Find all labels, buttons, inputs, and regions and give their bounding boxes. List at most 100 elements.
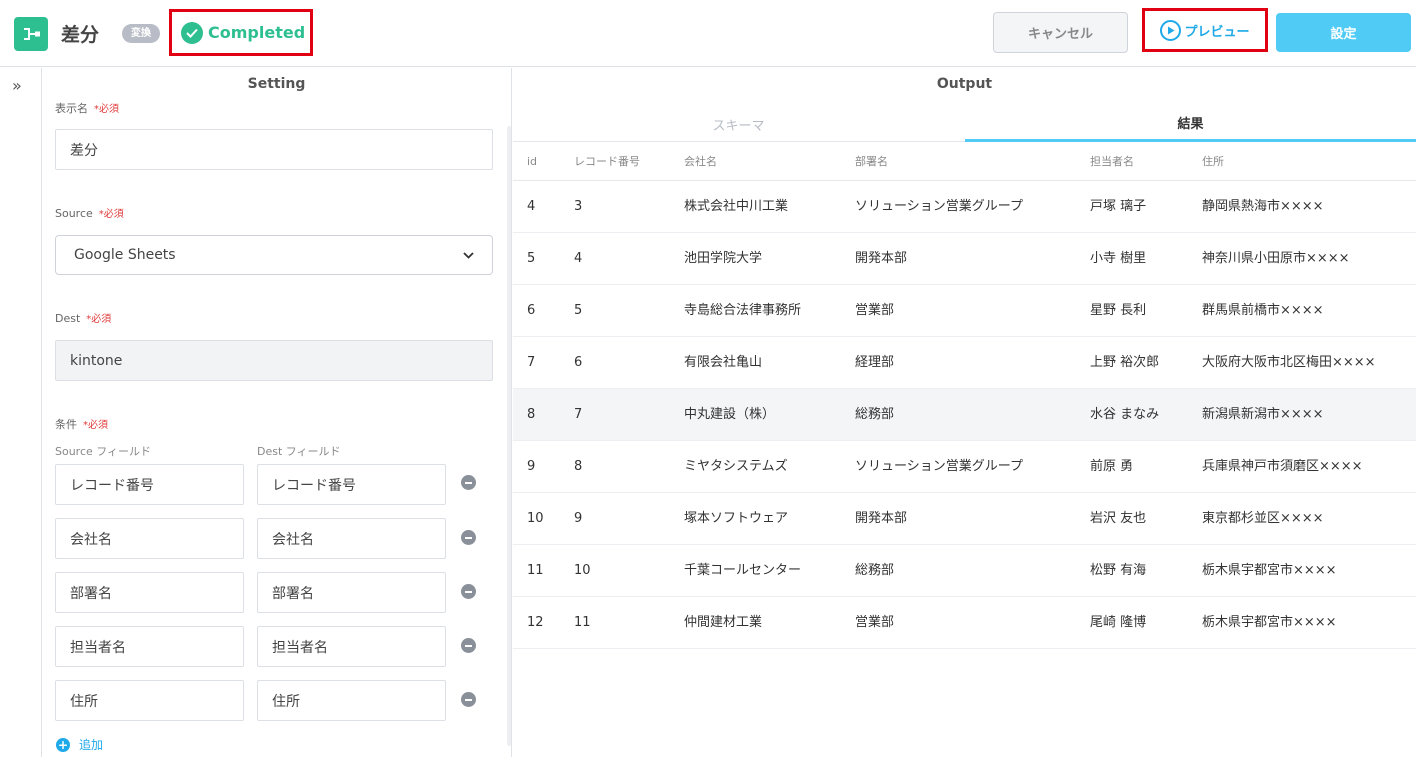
condition-source-field[interactable]: レコード番号 xyxy=(55,464,244,505)
status-indicator: Completed xyxy=(169,9,313,56)
output-tabs: スキーマ 結果 xyxy=(513,106,1416,142)
table-cell: 8 xyxy=(527,407,536,422)
table-cell: 静岡県熱海市×××× xyxy=(1202,199,1324,214)
dest-field-label: Dest フィールド xyxy=(257,445,341,458)
table-cell: ソリューション営業グループ xyxy=(855,199,1023,214)
table-cell: 有限会社亀山 xyxy=(684,355,763,370)
table-row[interactable]: 9 8 ミヤタシステムズ ソリューション営業グループ 前原 勇 兵庫県神戸市須磨区×××× xyxy=(513,441,1416,493)
chevron-down-icon xyxy=(463,247,474,263)
page-title: 差分 xyxy=(61,24,100,46)
condition-source-field[interactable]: 部署名 xyxy=(55,572,244,613)
save-button[interactable]: 設定 xyxy=(1276,13,1411,52)
condition-dest-field[interactable]: 担当者名 xyxy=(257,626,446,667)
table-cell: 岩沢 友也 xyxy=(1090,511,1147,526)
table-row[interactable]: 11 10 千葉コールセンター 総務部 松野 有海 栃木県宇都宮市×××× xyxy=(513,545,1416,597)
remove-condition-button[interactable] xyxy=(461,638,476,653)
remove-condition-button[interactable] xyxy=(461,692,476,707)
required-mark: *必須 xyxy=(86,314,112,325)
condition-dest-field[interactable]: 住所 xyxy=(257,680,446,721)
table-cell: 10 xyxy=(527,511,544,526)
source-field-label: Source フィールド xyxy=(55,445,152,458)
condition-source-field[interactable]: 会社名 xyxy=(55,518,244,559)
table-cell: 10 xyxy=(574,563,591,578)
check-circle-icon xyxy=(181,21,203,44)
expand-chevron-icon[interactable]: » xyxy=(12,76,22,95)
condition-label: 条件 *必須 xyxy=(55,416,108,432)
table-cell: 新潟県新潟市×××× xyxy=(1202,407,1324,422)
table-cell: 11 xyxy=(527,563,544,578)
type-badge: 変換 xyxy=(122,24,160,43)
table-cell: 7 xyxy=(527,355,536,370)
table-cell: 総務部 xyxy=(855,563,895,578)
table-row[interactable]: 8 7 中丸建設（株） 総務部 水谷 まなみ 新潟県新潟市×××× xyxy=(513,389,1416,441)
left-rail: » xyxy=(0,68,42,757)
table-cell: 上野 裕次郎 xyxy=(1090,355,1160,370)
dest-label: Dest *必須 xyxy=(55,310,111,325)
add-condition-button[interactable]: + 追加 xyxy=(56,736,103,753)
condition-source-field[interactable]: 住所 xyxy=(55,680,244,721)
table-cell: 12 xyxy=(527,615,544,630)
display-name-input[interactable]: 差分 xyxy=(55,129,493,170)
table-row[interactable]: 12 11 仲間建材工業 営業部 尾崎 隆博 栃木県宇都宮市×××× xyxy=(513,597,1416,649)
table-row[interactable]: 7 6 有限会社亀山 経理部 上野 裕次郎 大阪府大阪市北区梅田×××× xyxy=(513,337,1416,389)
table-cell: 大阪府大阪市北区梅田×××× xyxy=(1202,355,1376,370)
tab-result[interactable]: 結果 xyxy=(965,106,1416,142)
table-cell: 栃木県宇都宮市×××× xyxy=(1202,563,1337,578)
table-cell: 開発本部 xyxy=(855,251,908,266)
table-cell: ミヤタシステムズ xyxy=(684,459,788,474)
preview-button-content: プレビュー xyxy=(1160,19,1250,41)
condition-dest-field[interactable]: 部署名 xyxy=(257,572,446,613)
table-cell: 5 xyxy=(527,251,536,266)
preview-button[interactable]: プレビュー xyxy=(1142,8,1268,52)
output-title: Output xyxy=(936,76,993,92)
table-row[interactable]: 10 9 塚本ソフトウェア 開発本部 岩沢 友也 東京都杉並区×××× xyxy=(513,493,1416,545)
remove-condition-button[interactable] xyxy=(461,530,476,545)
table-row[interactable]: 5 4 池田学院大学 開発本部 小寺 樹里 神奈川県小田原市×××× xyxy=(513,233,1416,285)
column-header: 会社名 xyxy=(684,155,717,168)
table-cell: 戸塚 璃子 xyxy=(1090,199,1147,214)
table-cell: 東京都杉並区×××× xyxy=(1202,511,1324,526)
setting-scrollbar[interactable] xyxy=(507,126,511,746)
condition-source-field[interactable]: 担当者名 xyxy=(55,626,244,667)
cancel-button[interactable]: キャンセル xyxy=(993,12,1128,53)
table-cell: 千葉コールセンター xyxy=(684,563,802,578)
column-header: 住所 xyxy=(1202,155,1224,168)
status-text: Completed xyxy=(208,23,306,42)
table-cell: 小寺 樹里 xyxy=(1090,251,1147,266)
source-label-text: Source xyxy=(55,207,93,220)
table-cell: 9 xyxy=(574,511,583,526)
table-cell: 株式会社中川工業 xyxy=(684,199,789,214)
dest-label-text: Dest xyxy=(55,312,81,325)
source-select[interactable]: Google Sheets xyxy=(55,235,493,275)
table-cell: 神奈川県小田原市×××× xyxy=(1202,251,1350,266)
condition-dest-field[interactable]: 会社名 xyxy=(257,518,446,559)
tab-schema[interactable]: スキーマ xyxy=(513,106,964,142)
setting-panel: Setting 表示名 *必須 差分 Source *必須 Google Sheet… xyxy=(42,68,512,757)
display-name-label-text: 表示名 xyxy=(55,102,88,115)
table-cell: 開発本部 xyxy=(855,511,908,526)
column-header: id xyxy=(527,155,538,168)
dest-input: kintone xyxy=(55,340,493,381)
plus-circle-icon: + xyxy=(56,737,70,752)
table-body: 4 3 株式会社中川工業 ソリューション営業グループ 戸塚 璃子 静岡県熱海市×××× 5 4… xyxy=(513,181,1416,649)
condition-label-text: 条件 xyxy=(55,418,77,431)
remove-condition-button[interactable] xyxy=(461,475,476,490)
output-panel: Output スキーマ 結果 id レコード番号 会社名 部署名 担当者名 住所… xyxy=(513,68,1416,757)
remove-condition-button[interactable] xyxy=(461,584,476,599)
table-row[interactable]: 6 5 寺島総合法律事務所 営業部 星野 長利 群馬県前橋市×××× xyxy=(513,285,1416,337)
table-cell: 3 xyxy=(574,199,583,214)
table-cell: 4 xyxy=(574,251,583,266)
table-row[interactable]: 4 3 株式会社中川工業 ソリューション営業グループ 戸塚 璃子 静岡県熱海市×××× xyxy=(513,181,1416,233)
table-cell: 松野 有海 xyxy=(1090,563,1147,578)
table-cell: ソリューション営業グループ xyxy=(855,459,1023,474)
condition-dest-field[interactable]: レコード番号 xyxy=(257,464,446,505)
table-cell: 9 xyxy=(527,459,536,474)
top-header: 差分 変換 Completed キャンセル プレビュー 設定 xyxy=(0,0,1416,67)
required-mark: *必須 xyxy=(83,420,108,431)
source-select-value: Google Sheets xyxy=(74,247,176,263)
preview-label: プレビュー xyxy=(1184,24,1250,40)
table-cell: 群馬県前橋市×××× xyxy=(1202,303,1324,318)
column-header: レコード番号 xyxy=(574,155,640,168)
table-cell: 寺島総合法律事務所 xyxy=(684,303,802,318)
source-label: Source *必須 xyxy=(55,205,124,220)
